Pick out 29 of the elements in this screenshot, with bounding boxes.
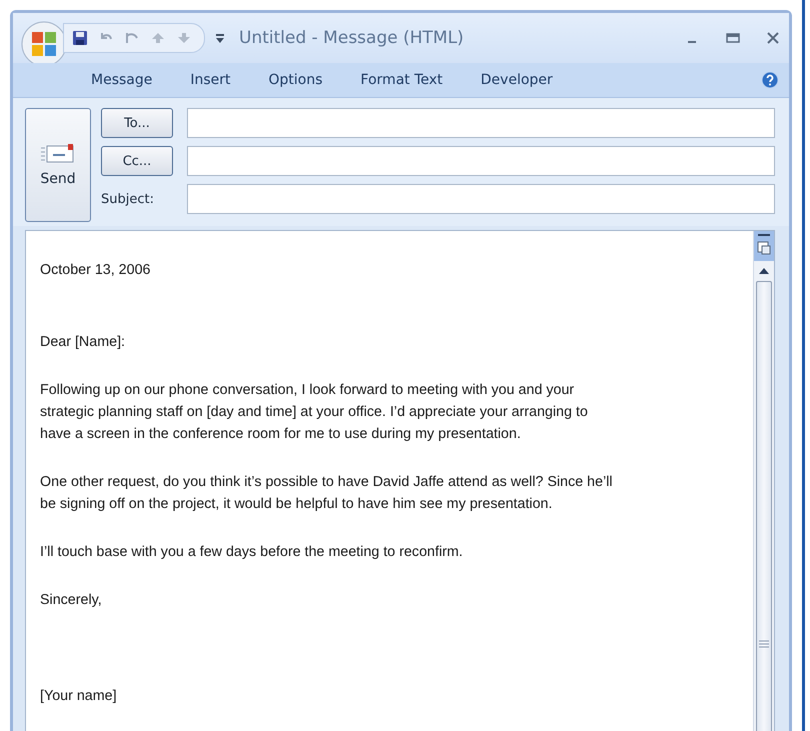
subject-field[interactable] — [187, 184, 775, 214]
signature-text: [Your name] — [40, 687, 118, 706]
body-paragraph: I’ll touch base with you a few days before the meeting to reconfirm. — [40, 543, 464, 562]
close-icon[interactable] — [765, 30, 781, 46]
ribbon-tab[interactable]: Developer — [480, 72, 553, 88]
closing-text: Sincerely, — [40, 591, 103, 610]
grip-icon — [759, 640, 769, 650]
save-icon[interactable] — [72, 30, 88, 46]
to-field[interactable] — [187, 108, 775, 138]
help-icon[interactable] — [761, 71, 779, 89]
ribbon-tab[interactable]: Options — [268, 72, 323, 88]
send-button[interactable]: Send — [25, 108, 91, 222]
window-title: Untitled - Message (HTML) — [239, 28, 465, 48]
ribbon-tab[interactable]: Message — [91, 72, 152, 88]
subject-label: Subject: — [101, 192, 155, 206]
greeting-text: Dear [Name]: — [40, 333, 126, 352]
envelope-icon — [41, 143, 75, 165]
customize-dropdown-icon[interactable] — [215, 32, 225, 44]
redo-icon[interactable] — [124, 30, 140, 46]
body-paragraph: Following up on our phone conversation, I look forward to meeting with you and your strategic planning staff on [day and time] at your office. I’d appreciate your arranging to have a screen in the conference room for me to use during my presentation. — [40, 381, 589, 444]
scrollbar-thumb[interactable] — [756, 281, 772, 731]
ribbon-tab[interactable]: Insert — [190, 72, 231, 88]
ribbon-tab[interactable]: Format Text — [360, 72, 443, 88]
date-text: October 13, 2006 — [40, 261, 152, 280]
to-button[interactable]: To... — [101, 108, 173, 138]
body-paragraph: One other request, do you think it’s possible to have David Jaffe attend as well? Since he’ll be signing off on the project, it would be helpful to have him see my presentation. — [40, 473, 614, 514]
view-ruler-icon[interactable] — [754, 231, 774, 261]
cc-button[interactable]: Cc... — [101, 146, 173, 176]
cc-field[interactable] — [187, 146, 775, 176]
